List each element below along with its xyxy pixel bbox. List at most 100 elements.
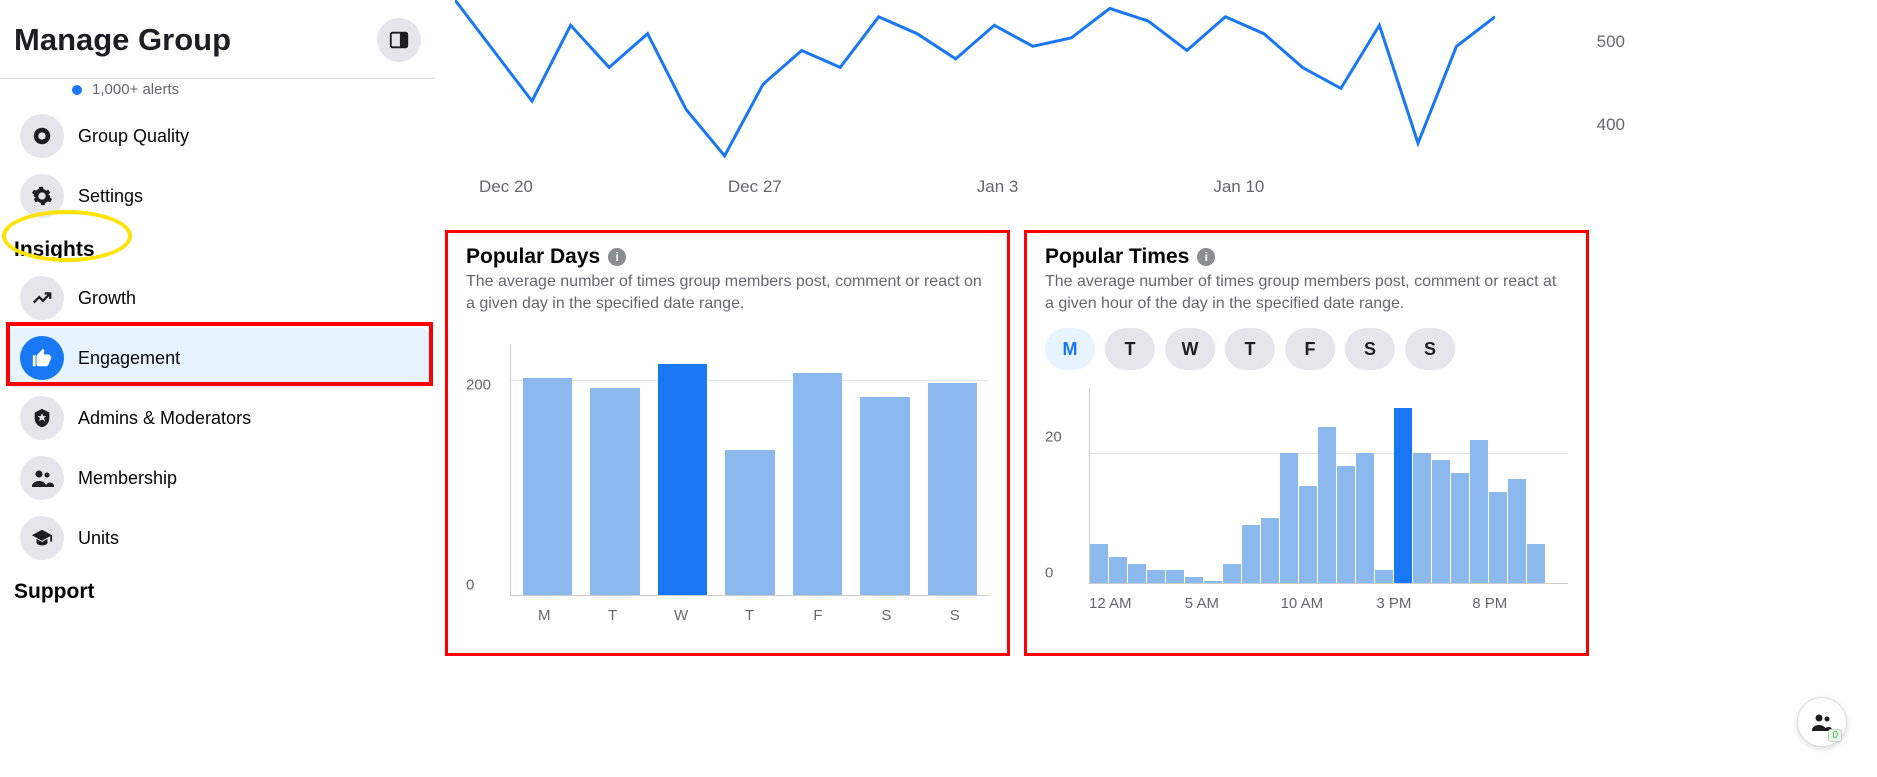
popular-times-chart: 20 0 12 AM5 AM10 AM3 PM8 PM	[1045, 388, 1568, 612]
xtick: Dec 27	[728, 177, 782, 197]
line-chart-x-axis: Dec 20 Dec 27 Jan 3 Jan 10	[455, 177, 1555, 197]
popular-days-title: Popular Days	[466, 245, 600, 269]
sidebar-item-group-quality[interactable]: Group Quality	[6, 106, 429, 166]
xtick: 8 PM	[1472, 595, 1568, 612]
bar[interactable]	[1147, 570, 1165, 583]
section-heading-support: Support	[0, 568, 435, 610]
growth-icon	[20, 276, 64, 320]
xtick: 10 AM	[1281, 595, 1377, 612]
nav-label: Settings	[78, 186, 143, 207]
bar[interactable]	[1413, 453, 1431, 583]
nav-label: Engagement	[78, 348, 180, 369]
bar[interactable]	[1356, 453, 1374, 583]
sidebar-item-growth[interactable]: Growth	[6, 268, 429, 328]
bar[interactable]	[1109, 557, 1127, 583]
bar[interactable]	[1185, 577, 1203, 584]
sidebar-item-membership[interactable]: Membership	[6, 448, 429, 508]
xtick: M	[510, 607, 578, 624]
popular-days-desc: The average number of times group member…	[466, 271, 989, 314]
bar[interactable]	[1318, 427, 1336, 583]
day-tab[interactable]: F	[1285, 328, 1335, 370]
sidebar-item-settings[interactable]: Settings	[6, 166, 429, 226]
bar[interactable]	[1223, 564, 1241, 584]
info-icon[interactable]	[608, 248, 626, 266]
line-chart: 500 400 Dec 20 Dec 27 Jan 3 Jan 10	[455, 0, 1555, 210]
sidebar-item-engagement[interactable]: Engagement	[6, 328, 429, 388]
sidebar-item-admins[interactable]: Admins & Moderators	[6, 388, 429, 448]
day-tab[interactable]: M	[1045, 328, 1095, 370]
bar[interactable]	[1242, 525, 1260, 584]
panel-icon	[388, 29, 410, 51]
sidebar-item-units[interactable]: Units	[6, 508, 429, 568]
bar[interactable]	[1337, 466, 1355, 583]
bar[interactable]	[1128, 564, 1146, 584]
bar[interactable]	[793, 373, 842, 595]
ytick-500: 500	[1597, 32, 1625, 52]
info-icon[interactable]	[1197, 248, 1215, 266]
day-tabs: MTWTFSS	[1045, 328, 1568, 370]
insights-cards-row: Popular Days The average number of times…	[445, 230, 1877, 656]
section-heading-insights: Insights	[0, 226, 435, 268]
bar[interactable]	[658, 364, 707, 596]
people-icon	[20, 456, 64, 500]
nav-label: Membership	[78, 468, 177, 489]
xtick: 5 AM	[1185, 595, 1281, 612]
day-tab[interactable]: S	[1405, 328, 1455, 370]
shield-icon	[20, 396, 64, 440]
day-tab[interactable]: W	[1165, 328, 1215, 370]
bar[interactable]	[725, 450, 774, 595]
nav-label: Admins & Moderators	[78, 408, 251, 429]
thumbs-up-icon	[20, 336, 64, 380]
ytick-200: 200	[466, 377, 491, 394]
ytick-400: 400	[1597, 115, 1625, 135]
alerts-indicator[interactable]: 1,000+ alerts	[0, 79, 435, 106]
nav-label: Growth	[78, 288, 136, 309]
ytick-0: 0	[466, 577, 474, 594]
nav-label: Group Quality	[78, 126, 189, 147]
collapse-panel-button[interactable]	[377, 18, 421, 62]
gear-icon	[20, 174, 64, 218]
bar[interactable]	[860, 397, 909, 595]
bar[interactable]	[928, 383, 977, 595]
day-tab[interactable]: T	[1225, 328, 1275, 370]
day-tab[interactable]: T	[1105, 328, 1155, 370]
bar[interactable]	[590, 388, 639, 596]
bar[interactable]	[1394, 408, 1412, 584]
bar[interactable]	[1508, 479, 1526, 583]
badge-icon	[20, 114, 64, 158]
bar[interactable]	[1527, 544, 1545, 583]
xtick: S	[852, 607, 920, 624]
bar[interactable]	[1375, 570, 1393, 583]
bar[interactable]	[523, 378, 572, 595]
xtick: W	[647, 607, 715, 624]
bar[interactable]	[1489, 492, 1507, 583]
bar[interactable]	[1470, 440, 1488, 583]
fab-badge: 0	[1828, 729, 1842, 742]
bar[interactable]	[1299, 486, 1317, 584]
bar[interactable]	[1261, 518, 1279, 583]
bar[interactable]	[1090, 544, 1108, 583]
nav-label: Units	[78, 528, 119, 549]
bar[interactable]	[1432, 460, 1450, 584]
xtick: F	[784, 607, 852, 624]
xtick: T	[715, 607, 783, 624]
bar[interactable]	[1204, 581, 1222, 583]
line-chart-svg	[455, 0, 1495, 160]
people-fab-button[interactable]: 0	[1797, 697, 1847, 747]
popular-times-desc: The average number of times group member…	[1045, 271, 1568, 314]
graduation-cap-icon	[20, 516, 64, 560]
popular-times-title: Popular Times	[1045, 245, 1189, 269]
ytick-0: 0	[1045, 565, 1053, 582]
bar[interactable]	[1451, 473, 1469, 584]
popular-days-card: Popular Days The average number of times…	[445, 230, 1010, 656]
xtick: Dec 20	[479, 177, 533, 197]
day-tab[interactable]: S	[1345, 328, 1395, 370]
sidebar: Manage Group 1,000+ alerts Group Quality…	[0, 0, 435, 777]
xtick: Jan 3	[977, 177, 1019, 197]
bar[interactable]	[1166, 570, 1184, 583]
xtick: Jan 10	[1213, 177, 1264, 197]
bar[interactable]	[1280, 453, 1298, 583]
popular-times-card: Popular Times The average number of time…	[1024, 230, 1589, 656]
popular-days-chart: 200 0 MTWTFSS	[466, 344, 989, 624]
xtick: S	[921, 607, 989, 624]
